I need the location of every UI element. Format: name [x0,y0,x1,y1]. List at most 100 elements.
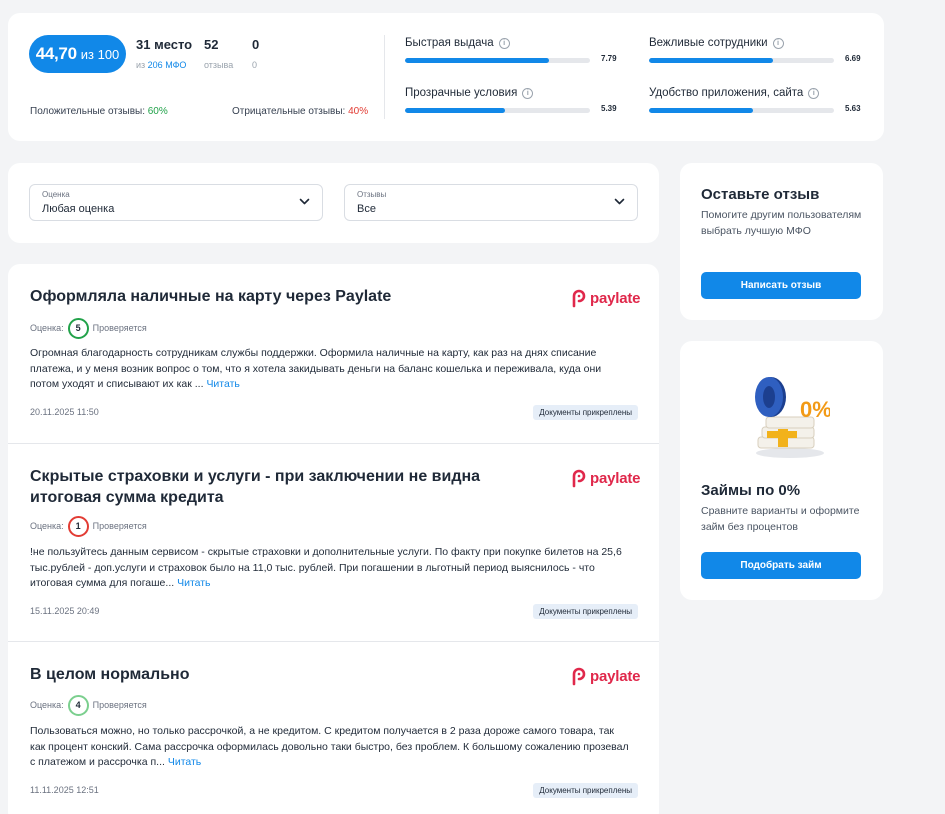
review-date: 11.11.2025 12:51 [30,785,99,795]
review-item: Оформляла наличные на карту через Paylat… [8,264,659,444]
criterion-track [649,58,834,63]
rating-filter-caption: Оценка [42,190,70,199]
reviews-filter-select[interactable]: Отзывы Все [344,184,638,221]
review-rating: Оценка: 4 Проверяется [30,694,147,716]
positive-reviews-value: 60% [147,106,168,117]
documents-badge: Документы прикреплены [533,405,638,420]
criterion-fill [405,108,505,113]
leave-review-card: Оставьте отзыв Помогите другим пользоват… [680,163,883,320]
read-more-link[interactable]: Читать [206,378,239,390]
rating-label: Оценка: [30,700,64,710]
negative-reviews: Отрицательные отзывы: 40% [232,106,368,117]
write-review-button[interactable]: Написать отзыв [701,272,861,299]
info-icon[interactable]: i [772,37,784,49]
review-text: !не пользуйтесь данным сервисом - скрыты… [30,545,630,592]
criterion-track [405,108,590,113]
rank-total-link[interactable]: 206 МФО [148,60,187,70]
criterion-fill [649,58,773,63]
brand-wordmark: paylate [590,469,641,487]
review-status: Проверяется [92,700,147,710]
criterion-app-convenience: Удобство приложения, сайта i 5.63 [649,85,879,125]
paylate-logo: paylate [570,468,640,488]
leave-review-title: Оставьте отзыв [701,186,820,203]
reviews-filter-value: Все [357,203,376,215]
criterion-value: 6.69 [845,54,861,63]
review-item: Скрытые страховки и услуги - при заключе… [8,444,659,642]
paylate-logo: paylate [570,288,640,308]
leave-review-text: Помогите другим пользователям выбрать лу… [701,209,862,237]
overall-score: 44,70 [35,44,77,63]
zero-percent-loans-card: 0% Займы по 0% Сравните варианты и оформ… [680,341,883,600]
criterion-label: Удобство приложения, сайта [649,87,804,99]
overall-score-max: из 100 [80,46,120,62]
criterion-fill [649,108,754,113]
read-more-link[interactable]: Читать [168,756,201,768]
review-item: В целом нормально paylate Оценка: 4 Пров… [8,642,659,814]
paylate-logo-icon [572,469,586,488]
review-text-content: Пользоваться можно, но только рассрочкой… [30,725,629,768]
rating-circle: 5 [67,317,89,339]
documents-badge: Документы прикреплены [533,604,638,619]
third-stat-value: 0 [252,37,260,52]
info-icon[interactable]: i [498,37,510,49]
documents-badge: Документы прикреплены [533,783,638,798]
reviews-count-label: отзыва [204,60,234,70]
review-rating: Оценка: 1 Проверяется [30,515,147,537]
rating-label: Оценка: [30,323,64,333]
info-icon[interactable]: i [522,87,534,99]
criterion-fast-issue: Быстрая выдача i 7.79 [405,35,635,75]
criterion-label: Быстрая выдача [405,37,494,49]
rank-sub-prefix: из [136,60,146,70]
rating-circle: 4 [67,694,89,716]
criterion-track [649,108,834,113]
review-date: 20.11.2025 11:50 [30,407,99,417]
brand-wordmark: paylate [590,667,641,685]
review-rating: Оценка: 5 Проверяется [30,317,147,339]
positive-reviews-label: Положительные отзывы: [30,106,145,117]
third-stat: 0 0 [252,37,259,71]
rating-circle: 1 [67,515,89,537]
review-title[interactable]: Скрытые страховки и услуги - при заключе… [30,466,550,508]
positive-reviews: Положительные отзывы: 60% [30,106,168,117]
reviews-filter-caption: Отзывы [357,190,387,199]
reviews-list: Оформляла наличные на карту через Paylat… [8,264,659,814]
info-icon[interactable]: i [808,87,820,99]
rating-filter-value: Любая оценка [42,203,115,215]
chevron-down-icon [299,198,310,205]
criterion-value: 5.39 [601,104,617,113]
summary-divider [384,35,385,119]
criterion-transparent-terms: Прозрачные условия i 5.39 [405,85,635,125]
brand-wordmark: paylate [590,289,641,307]
rank-sub: из 206 МФО [136,59,192,71]
find-loan-button[interactable]: Подобрать займ [701,552,861,579]
negative-reviews-label: Отрицательные отзывы: [232,106,346,117]
criterion-value: 5.63 [845,104,861,113]
review-title[interactable]: Оформляла наличные на карту через Paylat… [30,286,550,307]
criterion-label: Прозрачные условия [405,87,518,99]
review-text: Пользоваться можно, но только рассрочкой… [30,724,630,771]
review-status: Проверяется [92,323,147,333]
criterion-label: Вежливые сотрудники [649,37,768,49]
zero-loans-title: Займы по 0% [701,482,801,499]
rating-summary-card: 44,70 из 100 31 место из 206 МФО 52 отзы… [8,13,884,141]
filters-card: Оценка Любая оценка Отзывы Все [8,163,659,243]
paylate-logo-icon [572,667,586,686]
review-text: Огромная благодарность сотрудникам служб… [30,346,630,393]
read-more-link[interactable]: Читать [177,577,210,589]
review-status: Проверяется [92,521,147,531]
rating-label: Оценка: [30,521,64,531]
overall-score-badge: 44,70 из 100 [29,35,126,73]
review-title[interactable]: В целом нормально [30,664,550,685]
reviews-count-stat: 52 отзыва [204,37,233,71]
rank-stat: 31 место из 206 МФО [136,37,192,71]
review-text-content: !не пользуйтесь данным сервисом - скрыты… [30,546,622,589]
criterion-value: 7.79 [601,54,617,63]
rank-value: 31 место [136,37,193,52]
review-date: 15.11.2025 20:49 [30,606,100,616]
rating-filter-select[interactable]: Оценка Любая оценка [29,184,323,221]
review-text-content: Огромная благодарность сотрудникам служб… [30,347,602,390]
zero-loans-text: Сравните варианты и оформите займ без пр… [701,505,860,533]
reviews-count: 52 [204,37,219,52]
negative-reviews-value: 40% [348,106,369,117]
criterion-polite-staff: Вежливые сотрудники i 6.69 [649,35,879,75]
